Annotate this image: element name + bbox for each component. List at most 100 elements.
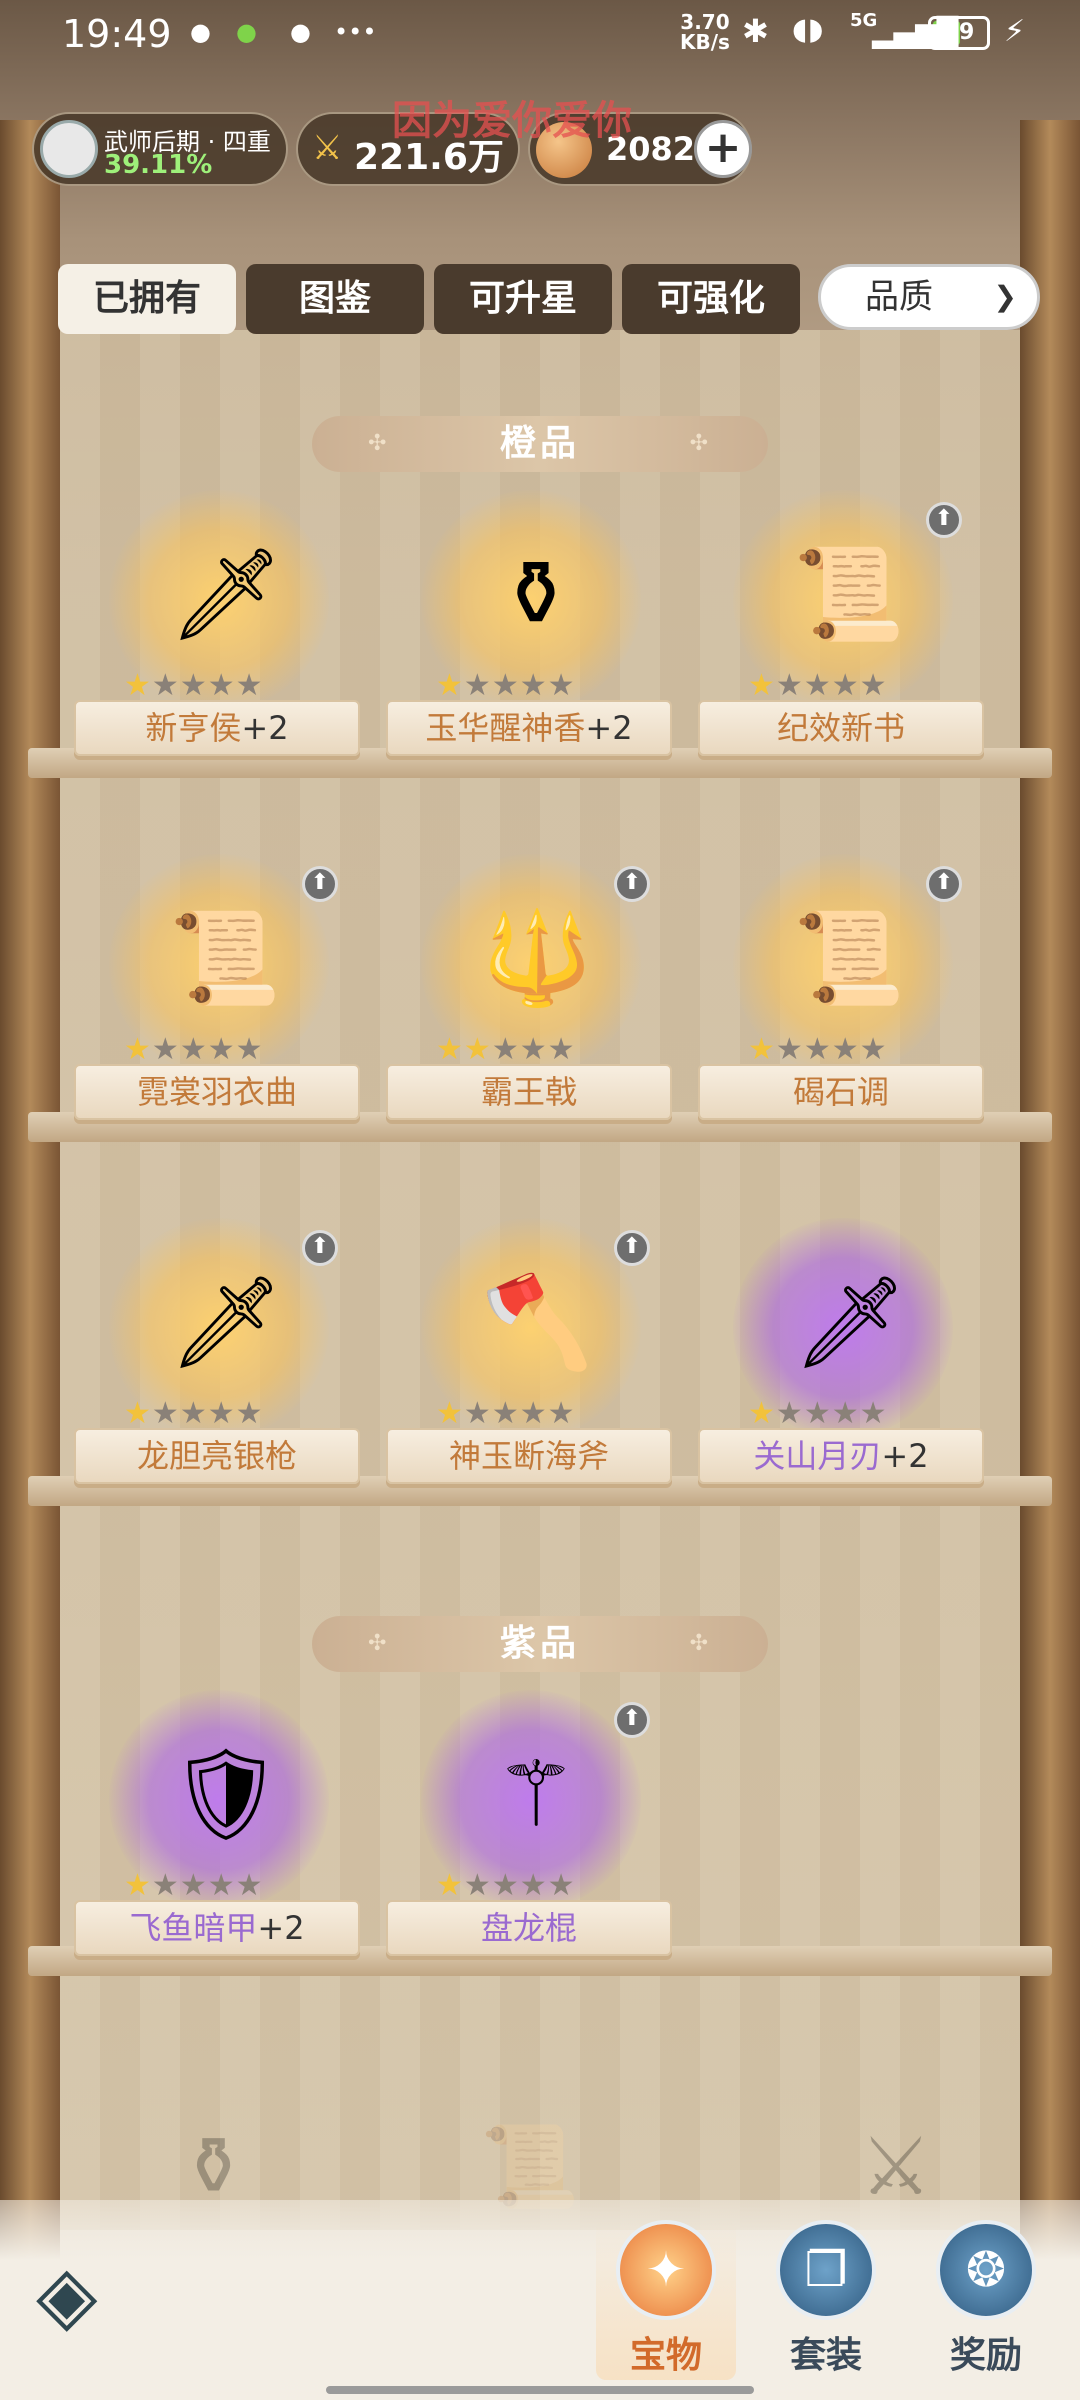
armor-icon: 🛡 [169, 1742, 284, 1847]
star-icon: ★ [859, 1032, 888, 1067]
star-icon: ★ [519, 1032, 548, 1067]
star-icon: ★ [436, 1868, 464, 1903]
star-rating: ★★★★★ [436, 1396, 576, 1431]
notification-icon: ● [190, 18, 211, 46]
item-name-label: 新亨侯+2 [74, 700, 360, 756]
star-icon: ★ [207, 668, 236, 703]
wave-scroll-icon: 📜 [793, 906, 906, 1011]
star-icon: ★ [207, 1032, 236, 1067]
game-logo-icon[interactable]: ◈ [36, 2250, 146, 2340]
star-icon: ★ [151, 1396, 180, 1431]
star-icon: ★ [207, 1868, 236, 1903]
chevron-down-icon: ❯ [993, 280, 1017, 313]
charging-icon: ⚡ [1004, 14, 1026, 49]
painting-scroll-icon: 📜 [169, 906, 282, 1011]
star-icon: ★ [179, 668, 208, 703]
tab-star-up[interactable]: 可升星 [434, 264, 612, 334]
star-icon: ★ [463, 668, 492, 703]
treasure-item[interactable]: 🪓 ★★★★★ 神玉断海斧 ⬆ [386, 1218, 676, 1498]
tab-owned[interactable]: 已拥有 [58, 264, 236, 334]
battery-icon: 49 [928, 16, 990, 50]
notification-icon-2: ● [290, 18, 311, 46]
star-icon: ★ [124, 668, 152, 703]
star-icon: ★ [748, 1396, 776, 1431]
star-icon: ★ [775, 668, 804, 703]
upgrade-available-icon: ⬆ [926, 866, 962, 902]
star-rating: ★★★★★ [124, 1868, 264, 1903]
rank-badge[interactable]: 武师后期 · 四重 39.11% [32, 112, 288, 186]
star-icon: ★ [859, 1396, 888, 1431]
scroll-icon: 📜 [793, 542, 906, 647]
nav-treasure[interactable]: ✦ 宝物 [596, 2220, 736, 2380]
star-icon: ★ [803, 1032, 832, 1067]
star-icon: ★ [207, 1396, 236, 1431]
star-icon: ★ [547, 1396, 576, 1431]
reward-icon: ❂ [936, 2220, 1036, 2320]
spear-icon: 🗡 [169, 1270, 284, 1375]
star-icon: ★ [235, 1032, 264, 1067]
ornament-icon: ✣ [689, 431, 712, 456]
treasure-item[interactable]: 📜 ★★★★★ 碣石调 ⬆ [698, 854, 988, 1134]
vase-icon: ⚱ [498, 542, 574, 647]
book-icon: ❐ [776, 2220, 876, 2320]
star-icon: ★ [124, 1032, 152, 1067]
upgrade-available-icon: ⬆ [302, 866, 338, 902]
treasure-item[interactable]: ⚚ ★★★★★ 盘龙棍 ⬆ [386, 1690, 676, 1970]
star-rating: ★★★★★ [124, 1396, 264, 1431]
star-rating: ★★★★★ [124, 668, 264, 703]
star-icon: ★ [151, 1868, 180, 1903]
add-currency-button[interactable]: + [694, 120, 752, 178]
treasure-icon: ✦ [616, 2220, 716, 2320]
item-name-label: 碣石调 [698, 1064, 984, 1120]
item-name-label: 纪效新书 [698, 700, 984, 756]
nav-reward[interactable]: ❂ 奖励 [916, 2220, 1056, 2380]
headphone-icon: ◖◗ [792, 12, 824, 47]
sword-icon: 🗡 [169, 542, 284, 647]
star-icon: ★ [831, 1032, 860, 1067]
quality-filter-dropdown[interactable]: 品质 ❯ [818, 264, 1040, 330]
star-icon: ★ [235, 668, 264, 703]
item-name-label: 神玉断海斧 [386, 1428, 672, 1484]
item-name-label: 霸王戟 [386, 1064, 672, 1120]
treasure-item[interactable]: 📜 ★★★★★ 纪效新书 ⬆ [698, 490, 988, 770]
tab-enhance[interactable]: 可强化 [622, 264, 800, 334]
star-icon: ★ [436, 1032, 464, 1067]
star-icon: ★ [519, 1396, 548, 1431]
treasure-item[interactable]: 🗡 ★★★★★ 新亨侯+2 [74, 490, 364, 770]
section-header-orange: ✣ 橙品 ✣ [312, 416, 768, 472]
tab-catalog[interactable]: 图鉴 [246, 264, 424, 334]
halberd-icon: 🔱 [481, 906, 594, 1011]
star-icon: ★ [235, 1396, 264, 1431]
treasure-item[interactable]: ⚱ ★★★★★ 玉华醒神香+2 [386, 490, 676, 770]
staff-icon: ⚚ [495, 1742, 577, 1847]
star-rating: ★★★★★ [748, 1396, 888, 1431]
app-icon: ● [236, 18, 257, 46]
item-name-label: 飞鱼暗甲+2 [74, 1900, 360, 1956]
treasure-item[interactable]: 🛡 ★★★★★ 飞鱼暗甲+2 [74, 1690, 364, 1970]
ornament-icon: ✣ [689, 1631, 712, 1656]
item-name-label: 龙胆亮银枪 [74, 1428, 360, 1484]
enhance-level: +2 [881, 1437, 929, 1475]
upgrade-available-icon: ⬆ [302, 1230, 338, 1266]
star-icon: ★ [124, 1396, 152, 1431]
star-icon: ★ [436, 668, 464, 703]
star-icon: ★ [775, 1032, 804, 1067]
ornament-icon: ✣ [368, 431, 391, 456]
star-rating: ★★★★★ [436, 668, 576, 703]
star-icon: ★ [491, 668, 520, 703]
treasure-item[interactable]: 🗡 ★★★★★ 关山月刃+2 [698, 1218, 988, 1498]
treasure-item[interactable]: 📜 ★★★★★ 霓裳羽衣曲 ⬆ [74, 854, 364, 1134]
upgrade-available-icon: ⬆ [614, 1230, 650, 1266]
star-icon: ★ [179, 1032, 208, 1067]
treasure-item[interactable]: 🗡 ★★★★★ 龙胆亮银枪 ⬆ [74, 1218, 364, 1498]
treasure-item[interactable]: 🔱 ★★★★★ 霸王戟 ⬆ [386, 854, 676, 1134]
nav-set[interactable]: ❐ 套装 [756, 2220, 896, 2380]
item-name-label: 盘龙棍 [386, 1900, 672, 1956]
home-indicator[interactable] [326, 2386, 754, 2394]
item-name-label: 玉华醒神香+2 [386, 700, 672, 756]
star-icon: ★ [491, 1868, 520, 1903]
star-icon: ★ [235, 1868, 264, 1903]
item-name-label: 霓裳羽衣曲 [74, 1064, 360, 1120]
upgrade-available-icon: ⬆ [614, 1702, 650, 1738]
overlay-text: 因为爱你爱你 [392, 98, 632, 144]
